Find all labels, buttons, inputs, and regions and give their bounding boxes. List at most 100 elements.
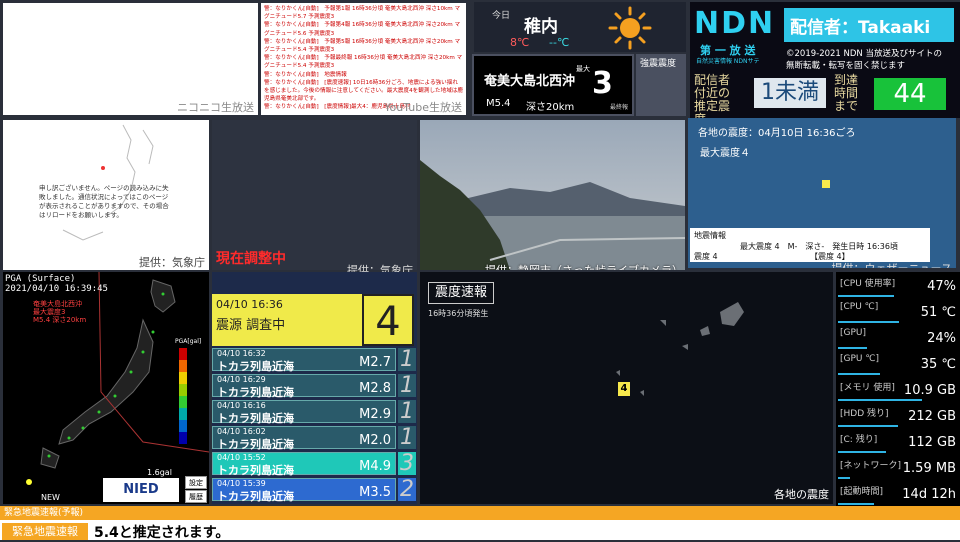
quake-row-time: 04/10 16:16 bbox=[217, 401, 266, 410]
nied-logo: NIED bbox=[103, 478, 179, 502]
stat-label: [ネットワーク] bbox=[840, 461, 902, 471]
stat-bar bbox=[838, 477, 850, 479]
stat-bar bbox=[838, 373, 880, 375]
pga-label-line: 最大震度3 bbox=[33, 308, 66, 316]
weathernews-panel: 各地の震度：04月10日 16:36ごろ 最大震度４ 地震情報 最大震度 4 M… bbox=[688, 118, 956, 268]
ndn-subtitle2: 自然災害情報 NDNサテ bbox=[696, 58, 760, 65]
stat-label: [起動時間] bbox=[840, 487, 884, 497]
host-label: 配信者：Takaaki bbox=[784, 8, 954, 42]
depth: 深さ20km bbox=[526, 102, 575, 113]
stat-value: 10.9 GB bbox=[903, 383, 956, 398]
stat-label: [GPU] bbox=[840, 328, 867, 338]
quake-row-region: トカラ列島近海 bbox=[217, 464, 294, 477]
live-camera-panel: 提供：静岡市（さった峠ライブカメラ） bbox=[420, 120, 685, 270]
pga-time: 2021/04/10 16:39:45 bbox=[5, 284, 108, 294]
stat-value: 1.59 MB bbox=[902, 461, 956, 476]
chat-line: 警：なりかくん[自動] 地震情報 bbox=[264, 71, 347, 78]
quake-row-magnitude: M2.7 bbox=[359, 355, 391, 370]
system-stats-panel: [CPU 使用率] 47% [CPU ℃] 51 ℃ [GPU] 24% [GPU ℃] 35… bbox=[836, 272, 960, 506]
estimated-intensity: 1未満 bbox=[754, 78, 826, 108]
stat-row: [C: 残り] 112 GB bbox=[838, 430, 958, 453]
weather-day-label: 今日 bbox=[492, 11, 511, 21]
sun-icon bbox=[608, 6, 652, 50]
stat-row: [GPU] 24% bbox=[838, 326, 958, 349]
quake-row-time: 04/10 16:29 bbox=[217, 375, 266, 384]
quake-row: 04/10 15:39 トカラ列島近海 M3.5 bbox=[212, 478, 396, 503]
settings-button[interactable]: 設定 bbox=[185, 476, 207, 489]
arrival-countdown: 44 bbox=[874, 78, 946, 110]
quake-row: 04/10 16:29 トカラ列島近海 M2.8 bbox=[212, 374, 396, 399]
weathernews-max: 最大震度４ bbox=[700, 148, 750, 159]
stat-label: [メモリ 使用] bbox=[840, 383, 895, 393]
stat-value: 212 GB bbox=[908, 409, 956, 424]
ndn-header: NDN 第 一 放 送 自然災害情報 NDNサテ 配信者：Takaaki ©20… bbox=[690, 2, 960, 126]
copyright-line: ©2019-2021 NDN 当放送及びサイトの bbox=[786, 49, 942, 59]
stat-label: [CPU ℃] bbox=[840, 302, 879, 312]
eew-banner-tag: 緊急地震速報 bbox=[2, 523, 88, 540]
stat-label: [CPU 使用率] bbox=[840, 279, 896, 289]
quake-row-intensity: 1 bbox=[398, 425, 416, 450]
stat-value: 112 GB bbox=[908, 435, 956, 450]
stat-bar bbox=[838, 347, 867, 349]
stat-value: 24% bbox=[927, 331, 956, 346]
quake-row-intensity: 2 bbox=[398, 477, 416, 502]
ndn-logo: NDN bbox=[694, 6, 776, 41]
report-caption: 各地の震度 bbox=[774, 488, 829, 501]
stat-bar bbox=[838, 425, 898, 427]
quake-row-magnitude: M3.5 bbox=[359, 485, 391, 500]
stat-row: [CPU 使用率] 47% bbox=[838, 274, 958, 297]
quake-row: 04/10 16:02 トカラ列島近海 M2.0 bbox=[212, 426, 396, 451]
copyright: ©2019-2021 NDN 当放送及びサイトの 無断転載・転写を固く禁じます bbox=[786, 48, 942, 72]
stat-bar bbox=[838, 451, 886, 453]
stat-label: [GPU ℃] bbox=[840, 354, 879, 364]
stat-value: 14d 12h bbox=[902, 487, 956, 502]
stat-row: [GPU ℃] 35 ℃ bbox=[838, 352, 958, 375]
pga-epicenter-label: 奄美大島北西沖 最大震度3 M5.4 深さ20km bbox=[33, 300, 86, 324]
stat-row: [メモリ 使用] 10.9 GB bbox=[838, 378, 958, 401]
latest-quake-intensity: 4 bbox=[362, 294, 414, 346]
history-button[interactable]: 履歴 bbox=[185, 490, 207, 503]
strong-motion-label: 強震震度 bbox=[640, 59, 677, 69]
weather-panel: 今日 稚内 8℃ --℃ bbox=[474, 2, 686, 52]
max-intensity: 3 bbox=[592, 66, 613, 101]
eew-banner-text: 5.4と推定されます。 bbox=[94, 525, 230, 541]
report-title: 震度速報 bbox=[428, 282, 494, 304]
stat-bar bbox=[838, 399, 922, 401]
stat-bar bbox=[838, 503, 874, 505]
quake-row: 04/10 16:32 トカラ列島近海 M2.7 bbox=[212, 348, 396, 373]
stat-value: 35 ℃ bbox=[920, 357, 956, 372]
quake-row-region: トカラ列島近海 bbox=[217, 490, 294, 503]
quake-row-magnitude: M2.0 bbox=[359, 433, 391, 448]
quake-row-intensity: 1 bbox=[398, 373, 416, 398]
pga-label-line: 奄美大島北西沖 bbox=[33, 300, 82, 308]
load-error-message: 申し訳ございません。ページの読み込みに失敗しました。通信状況によってはこのページ… bbox=[39, 184, 169, 219]
jma-map-panel: 申し訳ございません。ページの読み込みに失敗しました。通信状況によってはこのページ… bbox=[3, 120, 209, 270]
pga-panel: PGA (Surface) 2021/04/10 16:39:45 奄美大島北西… bbox=[3, 272, 209, 504]
chat-line: 警：なりかくん[自動] 予報第4報 16時36分頃 奄美大島北西沖 深さ20km… bbox=[264, 22, 461, 37]
quake-row-time: 04/10 16:02 bbox=[217, 427, 266, 436]
latest-quake: 04/10 16:36 震源 調査中 bbox=[212, 294, 362, 346]
weather-city: 稚内 bbox=[524, 17, 558, 37]
quake-row-region: トカラ列島近海 bbox=[217, 386, 294, 399]
wn-bar-intensity: 震度 4 bbox=[694, 252, 718, 261]
quake-list-panel: 04/10 16:36 震源 調査中 4 04/10 16:32 トカラ列島近海 M… bbox=[212, 272, 417, 504]
stat-row: [ネットワーク] 1.59 MB bbox=[838, 456, 958, 479]
weathernews-title: 各地の震度：04月10日 16:36ごろ bbox=[698, 128, 856, 139]
stat-row: [起動時間] 14d 12h bbox=[838, 482, 958, 505]
quake-row: 04/10 16:16 トカラ列島近海 M2.9 bbox=[212, 400, 396, 425]
quake-summary: 奄美大島北西沖 最大 3 M5.4 深さ20km 最終報 bbox=[472, 54, 634, 116]
stat-bar bbox=[838, 321, 899, 323]
quake-row-time: 04/10 16:32 bbox=[217, 349, 266, 358]
pga-label-line: M5.4 深さ20km bbox=[33, 316, 87, 324]
report-subtitle: 16時36分頃発生 bbox=[428, 309, 489, 318]
weathernews-caption: 提供：ウェザーニュース bbox=[832, 260, 952, 268]
chat-line: 警：なりかくん[自動] 予報第5報 16時36分頃 奄美大島北西沖 深さ20km… bbox=[264, 38, 461, 54]
strong-motion-panel: 強震震度 bbox=[636, 54, 686, 116]
wn-bar-title: 地震情報 bbox=[694, 231, 726, 240]
quake-row-intensity: 3 bbox=[398, 451, 416, 476]
arrival-label: 到達時間まで bbox=[834, 73, 859, 113]
quake-row-magnitude: M4.9 bbox=[359, 459, 391, 474]
youtube-caption: YouTube生放送 bbox=[384, 101, 462, 114]
eew-banner: 緊急地震速報(予報) 緊急地震速報 5.4と推定されます。 bbox=[0, 506, 960, 541]
niconico-panel: ニコニコ生放送 bbox=[3, 3, 258, 115]
